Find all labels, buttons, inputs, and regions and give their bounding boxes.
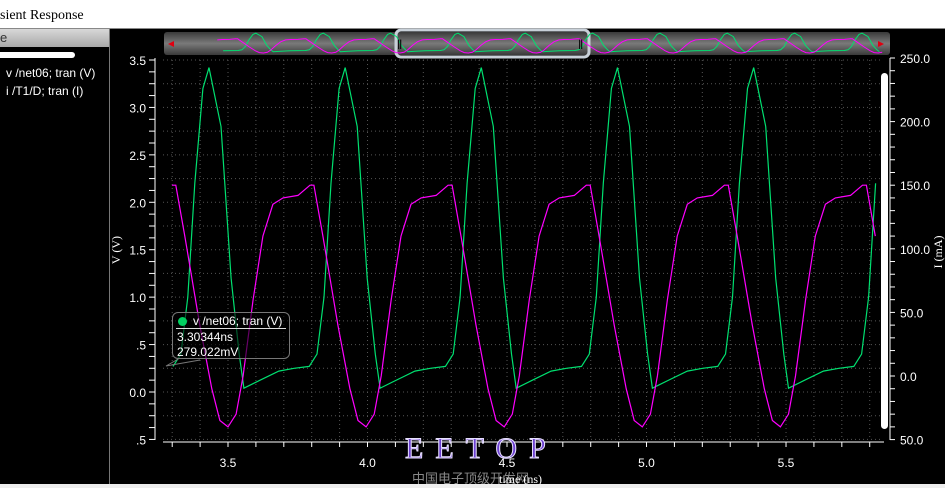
- y-left-tick-label: 3.0: [129, 101, 146, 115]
- y-left-axis-label: V (V): [109, 236, 123, 264]
- y-left-tick-label: 2.0: [129, 196, 146, 210]
- y-right-axis-label: I (mA): [931, 236, 945, 269]
- y-right-tick-label: 150.0: [900, 179, 930, 193]
- trace-color-dot: [178, 317, 187, 326]
- watermark-logo: EETOP: [405, 432, 558, 466]
- overview-minimap[interactable]: ‖ ‖: [164, 28, 890, 59]
- marker-tooltip: v /net06; tran (V) 3.30344ns 279.022mV: [172, 312, 290, 359]
- y-left-tick-label: 0.0: [129, 386, 146, 400]
- y-left-tick-label: .5: [136, 339, 146, 353]
- y-left-tick-label: 1.5: [129, 244, 146, 258]
- minimap-grip-right-icon: ‖: [578, 37, 583, 52]
- tooltip-x-value: 3.30344ns: [177, 330, 234, 344]
- y-left-tick-label: .5: [136, 433, 146, 447]
- y-right-tick-label: 250.0: [900, 52, 930, 66]
- minimap-grip-left-icon: ‖: [397, 37, 402, 52]
- series-line-current: [171, 184, 876, 428]
- status-strip: [0, 484, 945, 488]
- y-right-tick-label: 100.0: [900, 243, 930, 257]
- y-right-tick-label: 50.0: [900, 306, 924, 320]
- tooltip-pointer: [165, 357, 201, 367]
- y-left-tick-label: 3.5: [129, 54, 146, 68]
- y-left-tick-label: 2.5: [129, 149, 146, 163]
- x-tick-label: 5.0: [638, 456, 655, 470]
- tooltip-trace: v /net06; tran (V): [193, 314, 283, 328]
- x-tick-label: 3.5: [220, 456, 237, 470]
- waveform-plot[interactable]: 3.5 4.0 4.5 5.0 5.53.53.02.52.01.51.0.50.0.5…: [0, 0, 945, 488]
- tooltip-y-value: 279.022mV: [177, 345, 239, 359]
- y-right-tick-label: 50.0: [900, 434, 924, 448]
- x-tick-label: 4.0: [359, 456, 376, 470]
- x-tick-label: 5.5: [778, 456, 795, 470]
- y-right-tick-label: 200.0: [900, 116, 930, 130]
- y-right-tick-label: 0.0: [900, 370, 917, 384]
- y-left-tick-label: 1.0: [129, 291, 146, 305]
- vertical-scrollbar[interactable]: [881, 73, 888, 429]
